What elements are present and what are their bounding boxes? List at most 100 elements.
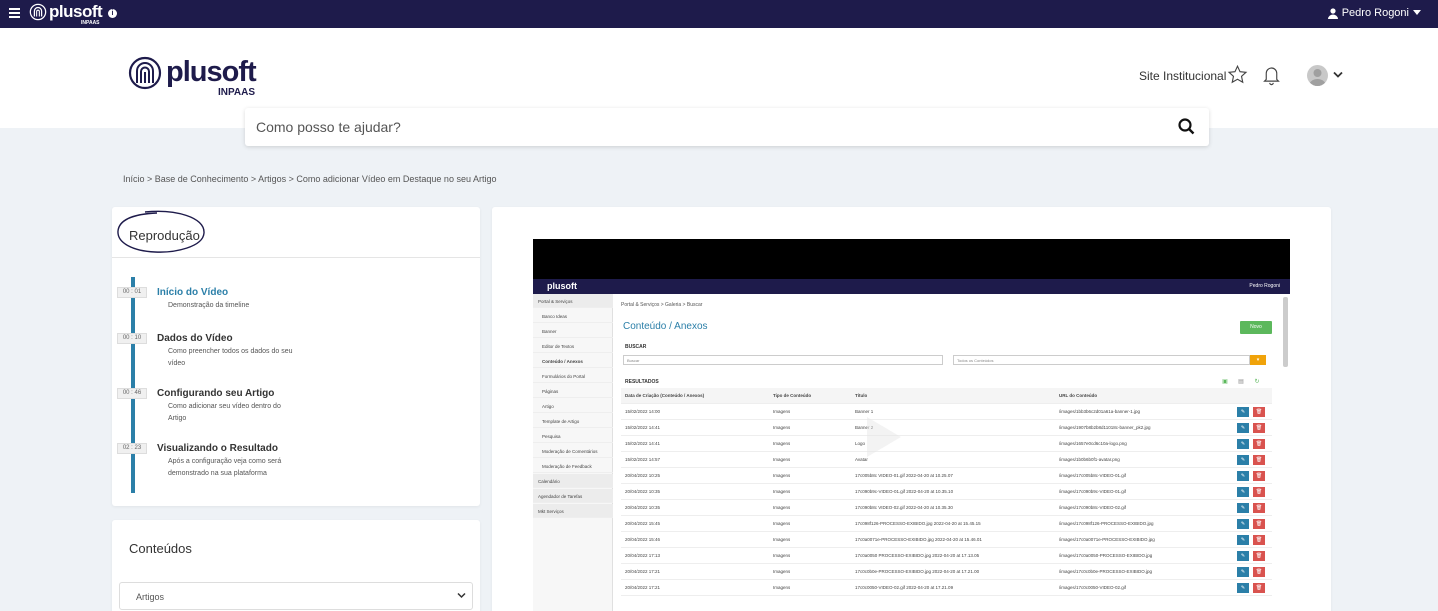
video-player[interactable]: plusoft Pedro Rogoni Portal & Serviços Ba… [533, 239, 1290, 611]
delete-icon: 🗑 [1253, 551, 1265, 561]
avatar[interactable] [1307, 65, 1328, 86]
delete-icon: 🗑 [1253, 519, 1265, 529]
timeline-title: Configurando seu Artigo [157, 388, 275, 399]
table-cell: 20/04/2022 10:35 [625, 489, 661, 494]
table-cell: Imagens [773, 521, 791, 526]
table-cell: /images/17c090b8c-VIDEO-02.gif [1059, 505, 1127, 510]
edit-icon: ✎ [1237, 471, 1249, 481]
table-cell: 20/04/2022 17:21 [625, 585, 661, 590]
table-cell: 17c0a0071e-PROCESSO-EXIBIDO.jpg 2022-04-… [855, 537, 982, 542]
table-row: 20/04/2022 10:25 Imagens 17c005b8c VIDEO-0… [621, 468, 1272, 484]
play-icon[interactable] [853, 409, 909, 465]
reproducao-card: Reprodução 00 : 01 Início do Vídeo Demon… [112, 207, 480, 506]
timeline-time: 00 : 46 [117, 388, 147, 399]
video-letterbox [533, 239, 1290, 279]
info-icon[interactable]: i [108, 9, 117, 18]
edit-icon: ✎ [1237, 519, 1249, 529]
video-table-header: Data de Criação (Conteúdo / Anexos) Tipo … [621, 388, 1272, 404]
conteudos-card: Conteúdos Artigos [112, 520, 480, 611]
edit-icon: ✎ [1237, 487, 1249, 497]
video-sidebar-item: Calendário [533, 474, 613, 488]
table-row: 20/04/2022 15:45 Imagens 17c098f126-PROCES… [621, 516, 1272, 532]
star-icon[interactable] [1227, 64, 1248, 85]
table-cell: 15/02/2022 14:00 [625, 409, 661, 414]
table-cell: /images/17c0c0b0e-PROCESSO-EXIBIDO.jpg [1059, 569, 1153, 574]
edit-icon: ✎ [1237, 567, 1249, 577]
table-cell: /images/17c090b9c-VIDEO-01.gif [1059, 489, 1127, 494]
table-cell: /images/1bb3b6c2d01a61a-banner-1.jpg [1059, 409, 1141, 414]
video-scrollbar [1283, 297, 1288, 367]
video-sidebar-item: Moderação de Feedback [533, 459, 613, 473]
video-export-icon: ▣ [1222, 379, 1228, 385]
edit-icon: ✎ [1237, 423, 1249, 433]
table-cell: 15/02/2022 14:57 [625, 457, 661, 462]
video-sidebar-item: Template de Artigo [533, 414, 613, 428]
delete-icon: 🗑 [1253, 407, 1265, 417]
table-cell: /images/17c005b8c-VIDEO-01.gif [1059, 473, 1127, 478]
timeline-bar [131, 277, 135, 493]
table-cell: Imagens [773, 585, 791, 590]
table-cell: Imagens [773, 441, 791, 446]
video-tipo-select: Todos os Conteúdos [953, 355, 1250, 365]
edit-icon: ✎ [1237, 455, 1249, 465]
video-resultados-label: RESULTADOS [625, 379, 659, 385]
delete-icon: 🗑 [1253, 567, 1265, 577]
edit-icon: ✎ [1237, 503, 1249, 513]
table-cell: 15/02/2022 14:41 [625, 425, 661, 430]
bell-icon[interactable] [1261, 64, 1282, 86]
delete-icon: 🗑 [1253, 503, 1265, 513]
table-cell: /images/17c0a0071e-PROCESSO-EXIBIDO.jpg [1059, 537, 1155, 542]
chevron-down-icon[interactable] [1333, 71, 1343, 79]
video-column-header: Tipo de Conteúdo [773, 393, 812, 398]
video-buscar-input: Buscar [623, 355, 943, 365]
user-name: Pedro Rogoni [1341, 7, 1409, 19]
search-icon[interactable] [1178, 118, 1195, 135]
conteudos-select[interactable]: Artigos [119, 582, 473, 610]
table-cell: /images/17c098f126-PROCESSO-EXIBIDO.jpg [1059, 521, 1154, 526]
search-input[interactable] [245, 108, 1165, 146]
delete-icon: 🗑 [1253, 535, 1265, 545]
video-sidebar-item: Páginas [533, 384, 613, 398]
menu-icon[interactable] [9, 8, 20, 18]
edit-icon: ✎ [1237, 583, 1249, 593]
reproducao-title: Reprodução [129, 228, 200, 243]
topbar-brand: plusoft [49, 2, 103, 21]
conteudos-title: Conteúdos [129, 541, 192, 556]
video-sidebar: Portal & Serviços Banco Ideas Banner Editor… [533, 294, 613, 611]
timeline-desc: Demonstração da timeline [168, 302, 250, 309]
timeline-title: Dados do Vídeo [157, 333, 233, 344]
delete-icon: 🗑 [1253, 455, 1265, 465]
timeline-title: Visualizando o Resultado [157, 443, 278, 454]
edit-icon: ✎ [1237, 439, 1249, 449]
site-institucional-link[interactable]: Site Institucional [1139, 69, 1226, 83]
chevron-down-icon [457, 592, 466, 599]
user-icon [1327, 7, 1338, 19]
table-cell: Imagens [773, 473, 791, 478]
table-cell: /images/17c0c0050-VIDEO-02.gif [1059, 585, 1127, 590]
timeline-desc: Após a configuração veja como será demon… [168, 458, 282, 477]
table-cell: Imagens [773, 489, 791, 494]
video-sidebar-item: Banco Ideas [533, 309, 613, 323]
table-cell: Imagens [773, 505, 791, 510]
table-row: 20/04/2022 17:13 Imagens 17c0a0050 PROCESS… [621, 548, 1272, 564]
video-sidebar-item: Conteúdo / Anexos [533, 354, 613, 368]
video-new-button: Novo [1240, 321, 1272, 334]
video-page-title: Conteúdo / Anexos [623, 321, 708, 332]
topbar-brand-sub: INPAAS [81, 20, 100, 26]
table-cell: 17c090b8c VIDEO-02.gif 2022-04-20 at 10.… [855, 505, 953, 510]
table-cell: Imagens [773, 457, 791, 462]
table-cell: 17c0c0050-VIDEO-02.gif 2022-04-20 at 17.… [855, 585, 954, 590]
video-sidebar-item: Agendador de Tarefas [533, 489, 613, 503]
avatar-silhouette-icon [1309, 69, 1326, 86]
video-breadcrumb: Portal & Serviços > Galeria > Buscar [621, 302, 703, 308]
delete-icon: 🗑 [1253, 423, 1265, 433]
table-cell: 17c090b9c-VIDEO-01.gif 2022-04-20 at 10.… [855, 489, 954, 494]
video-sidebar-item: Moderação de Comentários [533, 444, 613, 458]
header-brand: plusoft [166, 56, 257, 88]
table-cell: 20/04/2022 15:46 [625, 537, 661, 542]
plusoft-logo-icon [29, 3, 47, 21]
user-menu[interactable]: Pedro Rogoni [1327, 7, 1421, 19]
edit-icon: ✎ [1237, 551, 1249, 561]
divider [112, 257, 480, 258]
video-column-header: URL do Conteúdo [1059, 393, 1098, 398]
